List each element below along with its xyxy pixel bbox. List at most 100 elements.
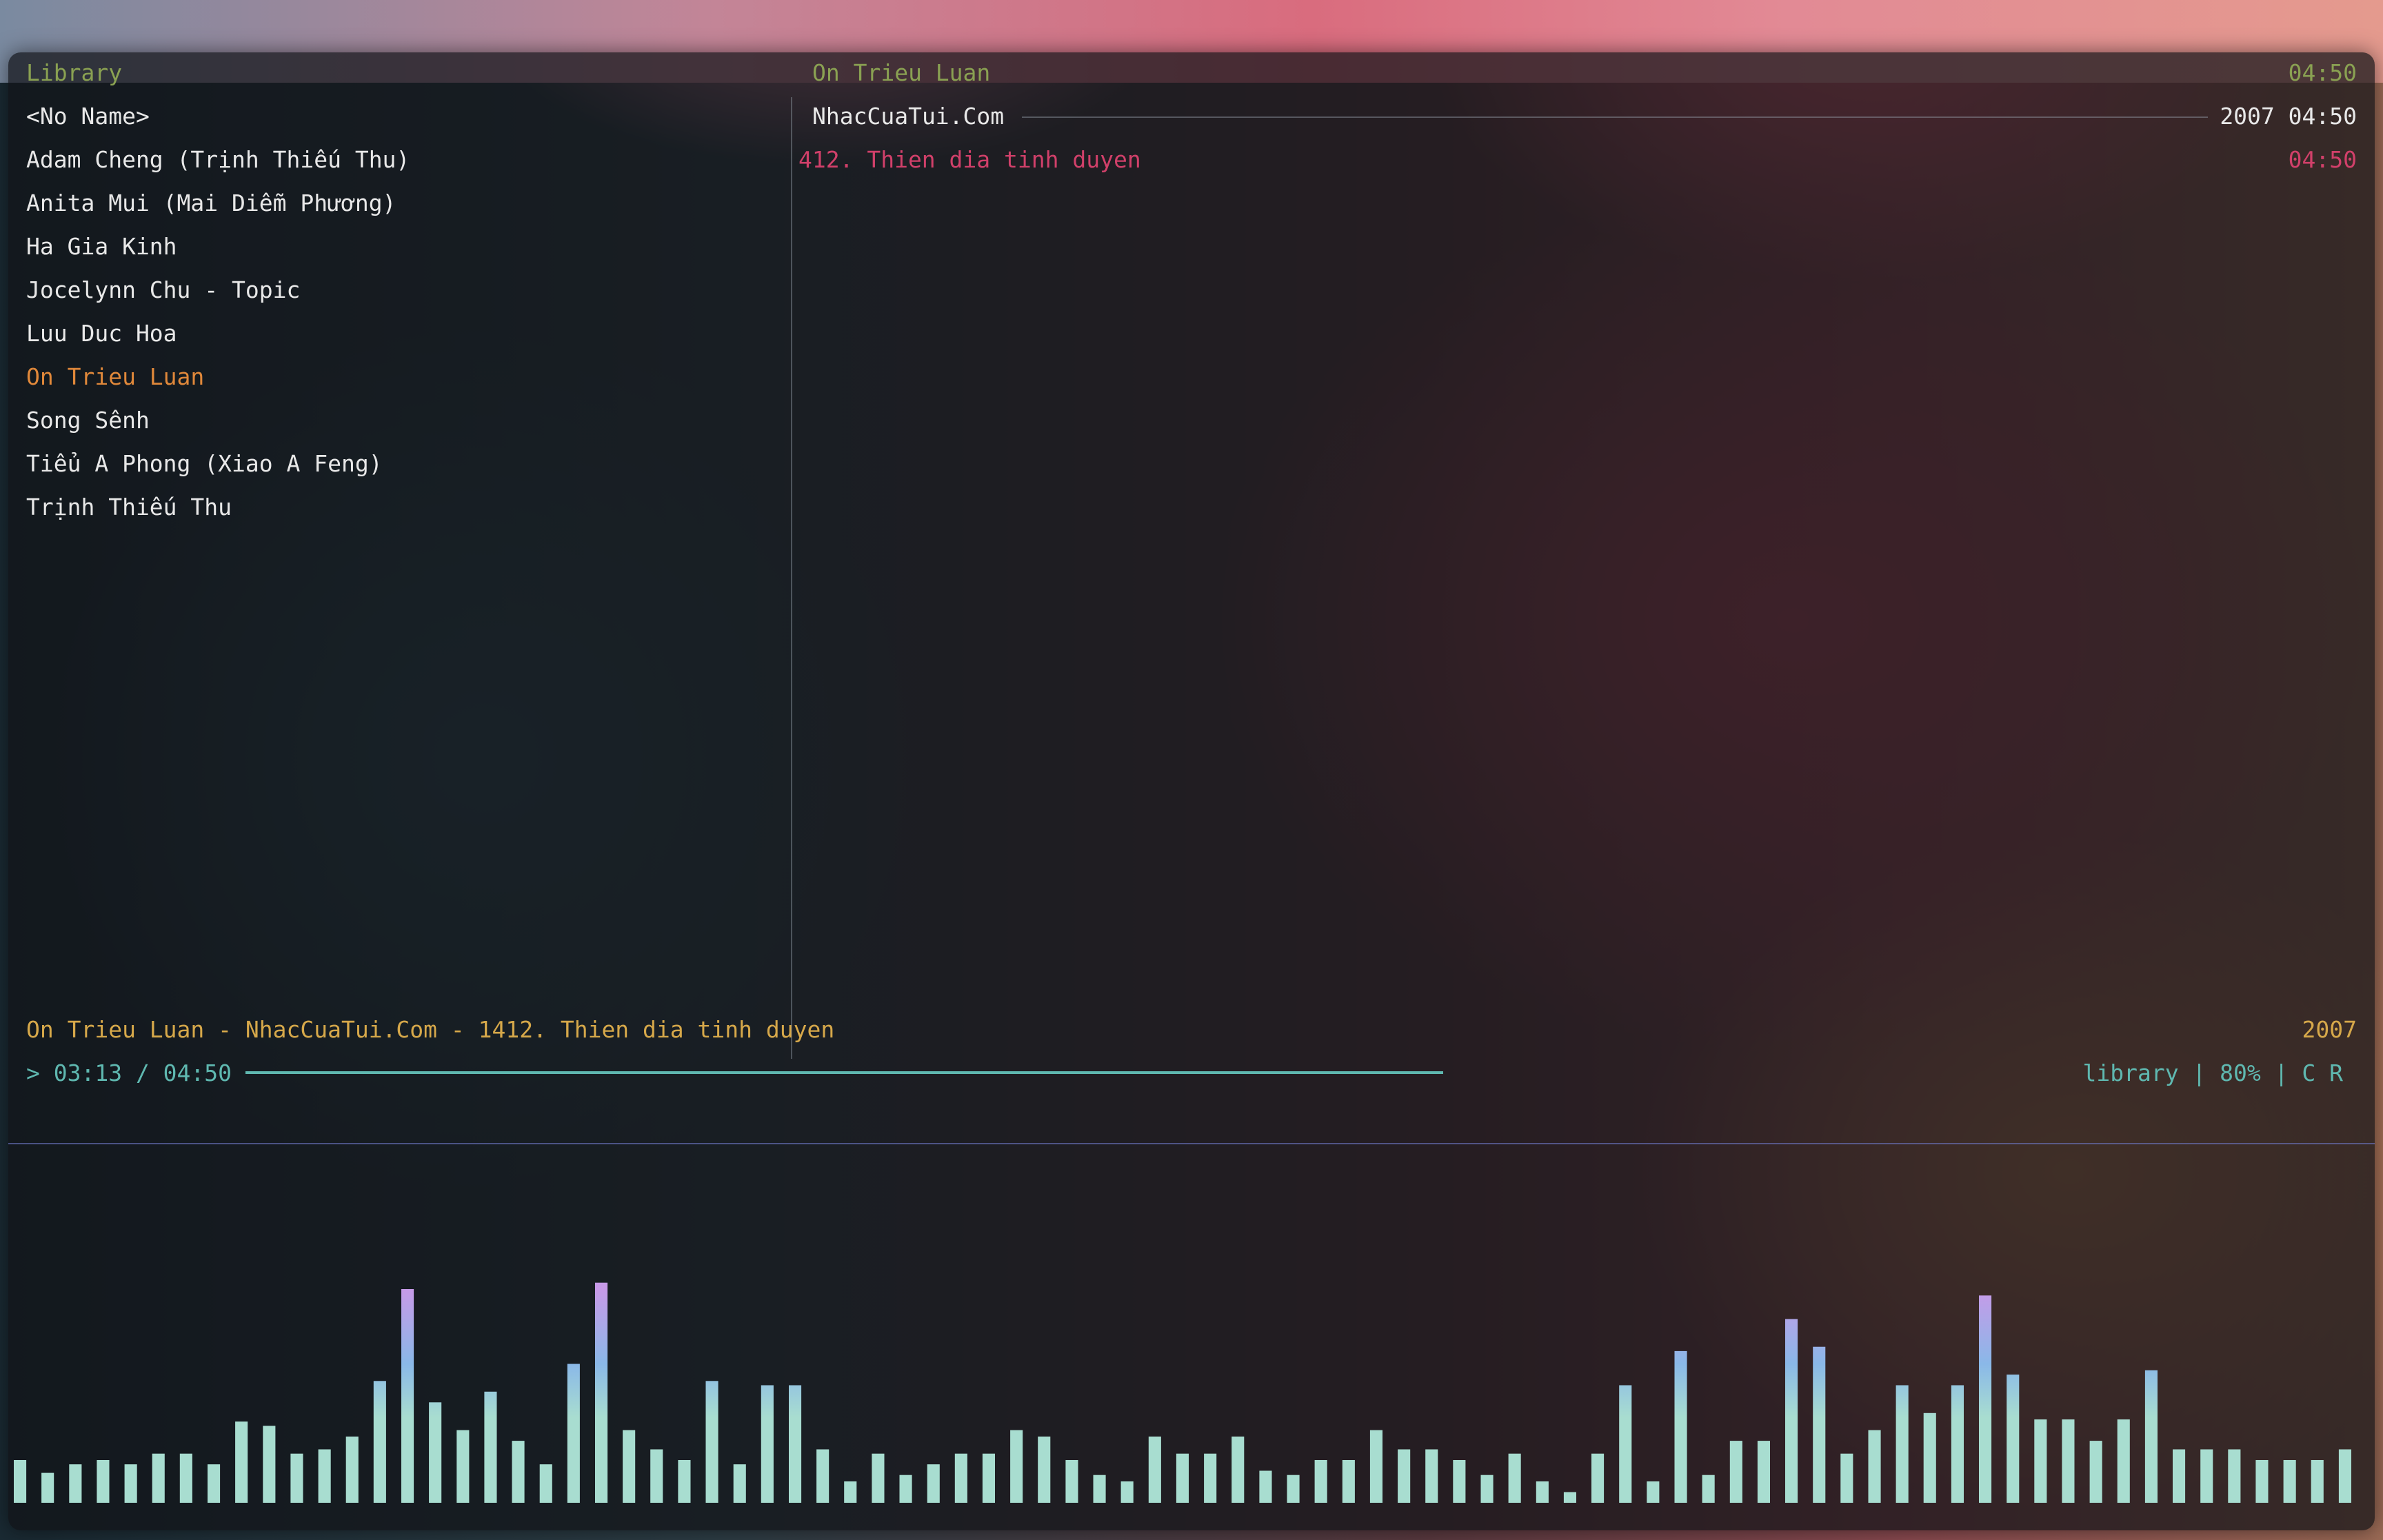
visualizer-bar bbox=[2338, 1449, 2351, 1503]
visualizer-bar bbox=[1729, 1441, 1742, 1503]
visualizer-bar bbox=[1563, 1492, 1576, 1503]
visualizer-bar bbox=[1010, 1430, 1023, 1503]
visualizer-bar bbox=[208, 1464, 221, 1503]
visualizer-bar bbox=[2062, 1419, 2075, 1503]
visualizer-bar bbox=[152, 1453, 165, 1503]
visualizer-bar bbox=[2283, 1460, 2296, 1503]
visualizer-bar bbox=[844, 1481, 857, 1503]
visualizer-bar bbox=[872, 1453, 885, 1503]
visualizer-bar bbox=[1093, 1475, 1106, 1503]
library-item[interactable]: Song Sênh bbox=[26, 407, 150, 434]
visualizer-bar bbox=[899, 1475, 912, 1503]
artist-header: On Trieu Luan bbox=[812, 59, 991, 86]
visualizer-bar bbox=[2117, 1419, 2130, 1503]
visualizer-bar bbox=[1813, 1346, 1826, 1503]
visualizer-bar bbox=[1120, 1481, 1134, 1503]
visualizer-bar bbox=[1176, 1453, 1189, 1503]
library-item[interactable]: Anita Mui (Mai Diễm Phương) bbox=[26, 190, 396, 217]
visualizer-bar bbox=[1591, 1453, 1605, 1503]
playback-time: > 03:13 / 04:50 bbox=[26, 1060, 232, 1086]
visualizer-bar bbox=[1204, 1453, 1217, 1503]
visualizer-bar bbox=[2228, 1449, 2241, 1503]
progress-bar[interactable] bbox=[245, 1071, 1443, 1074]
visualizer-bar bbox=[484, 1391, 497, 1503]
visualizer-bar bbox=[650, 1449, 663, 1503]
album-meta: 2007 04:50 bbox=[2220, 103, 2357, 130]
audio-visualizer bbox=[14, 1282, 2351, 1503]
library-item[interactable]: Jocelynn Chu - Topic bbox=[26, 276, 300, 304]
visualizer-bar bbox=[761, 1385, 774, 1503]
visualizer-bar bbox=[2173, 1449, 2186, 1503]
album-title[interactable]: NhacCuaTui.Com bbox=[812, 103, 1004, 130]
visualizer-bar bbox=[1674, 1350, 1687, 1503]
pane-divider bbox=[791, 97, 792, 1059]
visualizer-bar bbox=[678, 1460, 691, 1503]
visualizer-bar bbox=[1923, 1412, 1936, 1503]
visualizer-bar bbox=[179, 1453, 192, 1503]
visualizer-bar bbox=[1287, 1475, 1300, 1503]
visualizer-bar bbox=[1369, 1430, 1382, 1503]
visualizer-bar bbox=[429, 1402, 442, 1503]
visualizer-bar bbox=[1619, 1385, 1632, 1503]
visualizer-bar bbox=[290, 1453, 303, 1503]
visualizer-bar bbox=[1896, 1385, 1909, 1503]
visualizer-bar bbox=[1148, 1436, 1161, 1503]
music-player-window: Library <No Name> Adam Cheng (Trịnh Thiếu… bbox=[8, 52, 2375, 1530]
visualizer-bar bbox=[2144, 1370, 2158, 1503]
visualizer-bar bbox=[1757, 1441, 1770, 1503]
visualizer-divider bbox=[8, 1143, 2375, 1144]
visualizer-bar bbox=[927, 1464, 940, 1503]
library-item[interactable]: On Trieu Luan bbox=[26, 363, 204, 391]
visualizer-bar bbox=[456, 1430, 470, 1503]
visualizer-bar bbox=[235, 1421, 248, 1503]
visualizer-bar bbox=[705, 1381, 718, 1503]
visualizer-bar bbox=[789, 1385, 802, 1503]
visualizer-bar bbox=[1342, 1460, 1355, 1503]
visualizer-bar bbox=[1951, 1385, 1964, 1503]
visualizer-bar bbox=[1840, 1453, 1853, 1503]
library-item[interactable]: Ha Gia Kinh bbox=[26, 233, 177, 261]
visualizer-bar bbox=[595, 1282, 608, 1503]
visualizer-bar bbox=[1398, 1449, 1411, 1503]
visualizer-bar bbox=[1702, 1475, 1715, 1503]
visualizer-bar bbox=[1231, 1436, 1245, 1503]
visualizer-bar bbox=[373, 1381, 386, 1503]
visualizer-bar bbox=[512, 1441, 525, 1503]
visualizer-bar bbox=[1425, 1449, 1438, 1503]
visualizer-bar bbox=[124, 1464, 137, 1503]
visualizer-bar bbox=[1480, 1475, 1494, 1503]
artist-duration: 04:50 bbox=[2288, 59, 2357, 86]
visualizer-bar bbox=[1868, 1430, 1881, 1503]
track-item-duration: 04:50 bbox=[2288, 146, 2357, 173]
library-item[interactable]: Luu Duc Hoa bbox=[26, 320, 177, 347]
library-item[interactable]: Adam Cheng (Trịnh Thiếu Thu) bbox=[26, 146, 410, 174]
album-separator bbox=[1022, 116, 2208, 118]
visualizer-bar bbox=[1065, 1460, 1078, 1503]
visualizer-bar bbox=[2089, 1441, 2102, 1503]
visualizer-bar bbox=[97, 1460, 110, 1503]
visualizer-bar bbox=[2311, 1460, 2324, 1503]
visualizer-bar bbox=[1453, 1460, 1466, 1503]
visualizer-bar bbox=[1647, 1481, 1660, 1503]
visualizer-bar bbox=[2007, 1375, 2020, 1503]
visualizer-bar bbox=[1038, 1436, 1051, 1503]
visualizer-bar bbox=[733, 1464, 746, 1503]
library-item[interactable]: Tiểu A Phong (Xiao A Feng) bbox=[26, 450, 383, 478]
visualizer-bar bbox=[1314, 1460, 1327, 1503]
visualizer-bar bbox=[2200, 1449, 2213, 1503]
library-item[interactable]: Trịnh Thiếu Thu bbox=[26, 494, 232, 521]
now-playing-text: On Trieu Luan - NhacCuaTui.Com - 1412. T… bbox=[26, 1016, 835, 1043]
visualizer-bar bbox=[69, 1464, 82, 1503]
visualizer-bar bbox=[539, 1464, 552, 1503]
visualizer-bar bbox=[1508, 1453, 1521, 1503]
visualizer-bar bbox=[567, 1364, 580, 1503]
visualizer-bar bbox=[263, 1426, 276, 1503]
visualizer-bar bbox=[1785, 1319, 1798, 1503]
visualizer-bar bbox=[41, 1472, 54, 1503]
visualizer-bar bbox=[1979, 1295, 1992, 1503]
visualizer-bar bbox=[2034, 1419, 2047, 1503]
visualizer-bar bbox=[318, 1449, 331, 1503]
status-info: library | 80% | C R bbox=[2082, 1060, 2344, 1086]
library-item[interactable]: <No Name> bbox=[26, 103, 150, 130]
track-item-title[interactable]: 412. Thien dia tinh duyen bbox=[798, 146, 1141, 174]
